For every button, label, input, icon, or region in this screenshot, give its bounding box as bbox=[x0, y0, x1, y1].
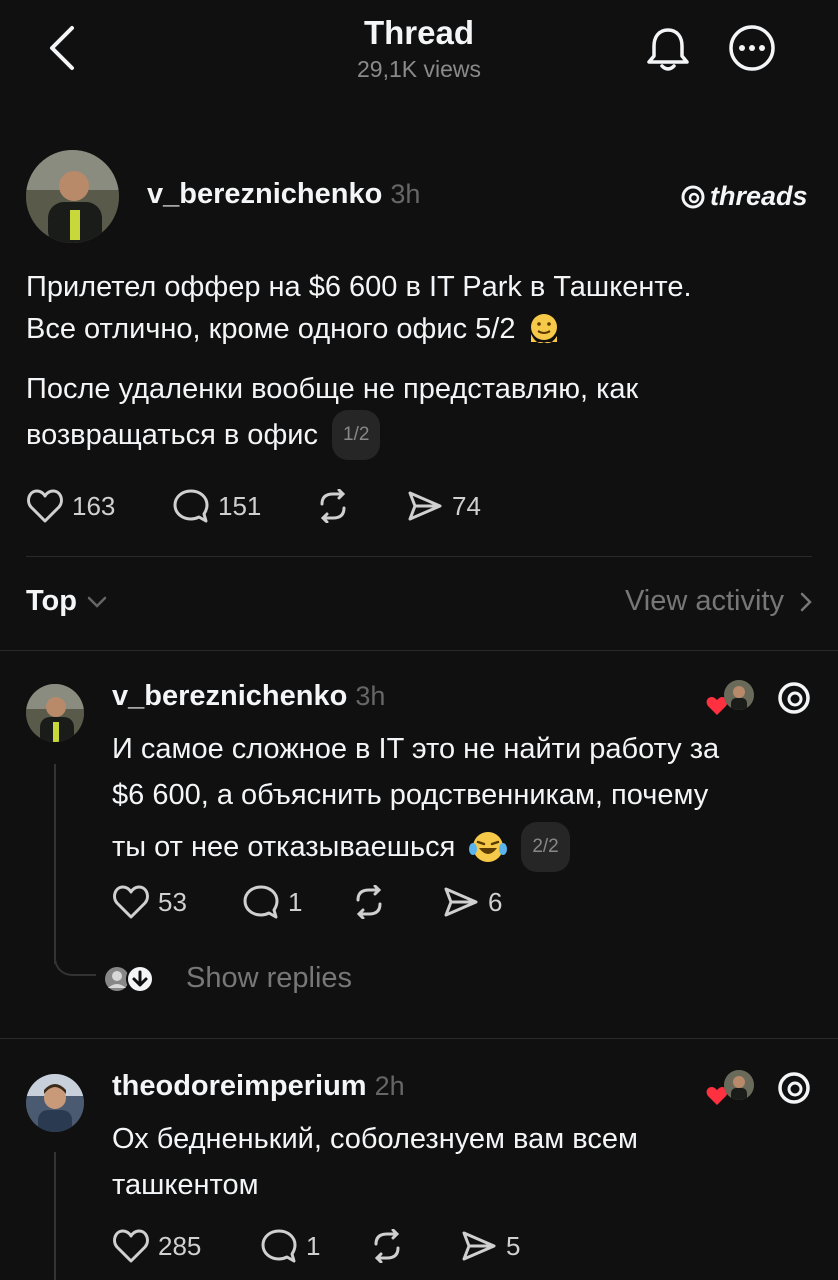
show-replies-button[interactable]: Show replies bbox=[102, 962, 352, 995]
heart-icon bbox=[112, 884, 150, 920]
view-count: 29,1K views bbox=[356, 56, 481, 82]
thread-connector-curve bbox=[54, 948, 96, 976]
notifications-button[interactable] bbox=[644, 24, 692, 79]
threads-logo-icon bbox=[680, 184, 706, 210]
page-indicator: 2/2 bbox=[521, 822, 570, 872]
reply-avatar[interactable] bbox=[26, 684, 84, 742]
reply-threads-logo bbox=[776, 680, 812, 721]
post-text-line-2: Все отлично, кроме одного офис 5/2 bbox=[26, 308, 816, 350]
send-icon bbox=[406, 489, 444, 523]
comment-button[interactable]: 1 bbox=[242, 884, 352, 920]
reply-text: И самое сложное в IT это не найти работу… bbox=[112, 728, 812, 872]
share-count: 5 bbox=[506, 1230, 521, 1261]
reply-text-line: Ох бедненький, соболезнуем вам всем bbox=[112, 1123, 638, 1155]
comment-count: 1 bbox=[288, 886, 303, 917]
like-button[interactable]: 163 bbox=[26, 488, 172, 524]
reply-avatar[interactable] bbox=[26, 1074, 84, 1132]
show-replies-label: Show replies bbox=[186, 962, 353, 994]
avatar[interactable] bbox=[26, 150, 119, 243]
reply-text-line: И самое сложное в IT это не найти работу… bbox=[112, 733, 720, 765]
threads-logo-icon bbox=[776, 680, 812, 716]
reply-text: Ох бедненький, соболезнуем вам всем ташк… bbox=[112, 1118, 812, 1206]
divider bbox=[0, 1038, 838, 1039]
comment-icon bbox=[260, 1228, 298, 1264]
post-username[interactable]: v_bereznichenko 3h bbox=[147, 178, 420, 211]
post-actions: 163 151 74 bbox=[26, 488, 481, 524]
repost-button[interactable] bbox=[370, 1229, 460, 1263]
reply-time: 3h bbox=[355, 681, 386, 711]
view-activity-label: View activity bbox=[624, 585, 784, 617]
divider bbox=[0, 650, 838, 651]
like-count: 163 bbox=[72, 490, 116, 521]
heart-icon bbox=[112, 1228, 150, 1264]
replier-avatars-icon bbox=[102, 964, 158, 994]
thread-connector bbox=[54, 1152, 56, 1280]
author-mini-avatar bbox=[724, 1070, 754, 1100]
more-options-button[interactable] bbox=[728, 24, 776, 77]
chevron-right-icon bbox=[800, 592, 812, 612]
divider bbox=[26, 556, 812, 557]
reply-username[interactable]: v_bereznichenko bbox=[112, 680, 347, 712]
post-text-line: Прилетел оффер на $6 600 в IT Park в Таш… bbox=[26, 271, 692, 303]
bell-icon bbox=[644, 24, 692, 74]
share-button[interactable]: 74 bbox=[406, 489, 481, 523]
reply-header: v_bereznichenko 3h bbox=[112, 680, 385, 713]
reply-actions: 285 1 5 bbox=[112, 1228, 520, 1264]
comment-icon bbox=[172, 488, 210, 524]
repost-icon bbox=[316, 489, 350, 523]
view-activity-link[interactable]: View activity bbox=[625, 585, 812, 618]
send-icon bbox=[460, 1229, 498, 1263]
share-count: 74 bbox=[452, 490, 481, 521]
repost-icon bbox=[352, 885, 386, 919]
threads-logo-icon bbox=[776, 1070, 812, 1106]
reply-time: 2h bbox=[374, 1071, 405, 1101]
repost-button[interactable] bbox=[316, 489, 406, 523]
threads-brand: threads bbox=[680, 181, 808, 212]
repost-button[interactable] bbox=[352, 885, 442, 919]
page-title: Thread bbox=[363, 14, 475, 51]
threads-brand-label: threads bbox=[710, 181, 808, 211]
post-time: 3h bbox=[390, 179, 421, 209]
sort-label: Top bbox=[26, 585, 77, 617]
chevron-down-icon bbox=[87, 595, 107, 609]
reply-text-line: ташкентом bbox=[112, 1169, 259, 1201]
comment-icon bbox=[242, 884, 280, 920]
thread-connector bbox=[54, 764, 56, 964]
repost-icon bbox=[370, 1229, 404, 1263]
reply-username[interactable]: theodoreimperium bbox=[112, 1070, 367, 1102]
reply-actions: 53 1 6 bbox=[112, 884, 502, 920]
like-button[interactable]: 53 bbox=[112, 884, 242, 920]
like-count: 53 bbox=[158, 886, 187, 917]
reply-text-line: $6 600, а объяснить родственникам, почем… bbox=[112, 779, 709, 811]
more-circle-icon bbox=[728, 24, 776, 72]
page-indicator: 1/2 bbox=[332, 410, 381, 460]
post-text: Прилетел оффер на $6 600 в IT Park в Таш… bbox=[26, 266, 816, 460]
share-count: 6 bbox=[488, 886, 503, 917]
comment-count: 151 bbox=[218, 490, 262, 521]
like-button[interactable]: 285 bbox=[112, 1228, 260, 1264]
melting-face-emoji bbox=[527, 312, 561, 346]
post-text-line-4: возвращаться в офис 1/2 bbox=[26, 410, 816, 460]
author-mini-avatar bbox=[724, 680, 754, 710]
reply-header: theodoreimperium 2h bbox=[112, 1070, 405, 1103]
send-icon bbox=[442, 885, 480, 919]
reply-text-line-3: ты от нее отказываешься 2/2 bbox=[112, 822, 812, 872]
sort-dropdown[interactable]: Top bbox=[26, 585, 107, 618]
share-button[interactable]: 5 bbox=[460, 1229, 520, 1263]
comment-count: 1 bbox=[306, 1230, 321, 1261]
heart-icon bbox=[26, 488, 64, 524]
comment-button[interactable]: 151 bbox=[172, 488, 316, 524]
laughing-emoji bbox=[469, 829, 508, 865]
post-text-line-3: После удаленки вообще не представляю, ка… bbox=[26, 373, 639, 405]
reply-threads-logo bbox=[776, 1070, 812, 1111]
like-count: 285 bbox=[158, 1230, 202, 1261]
share-button[interactable]: 6 bbox=[442, 885, 502, 919]
comment-button[interactable]: 1 bbox=[260, 1228, 370, 1264]
